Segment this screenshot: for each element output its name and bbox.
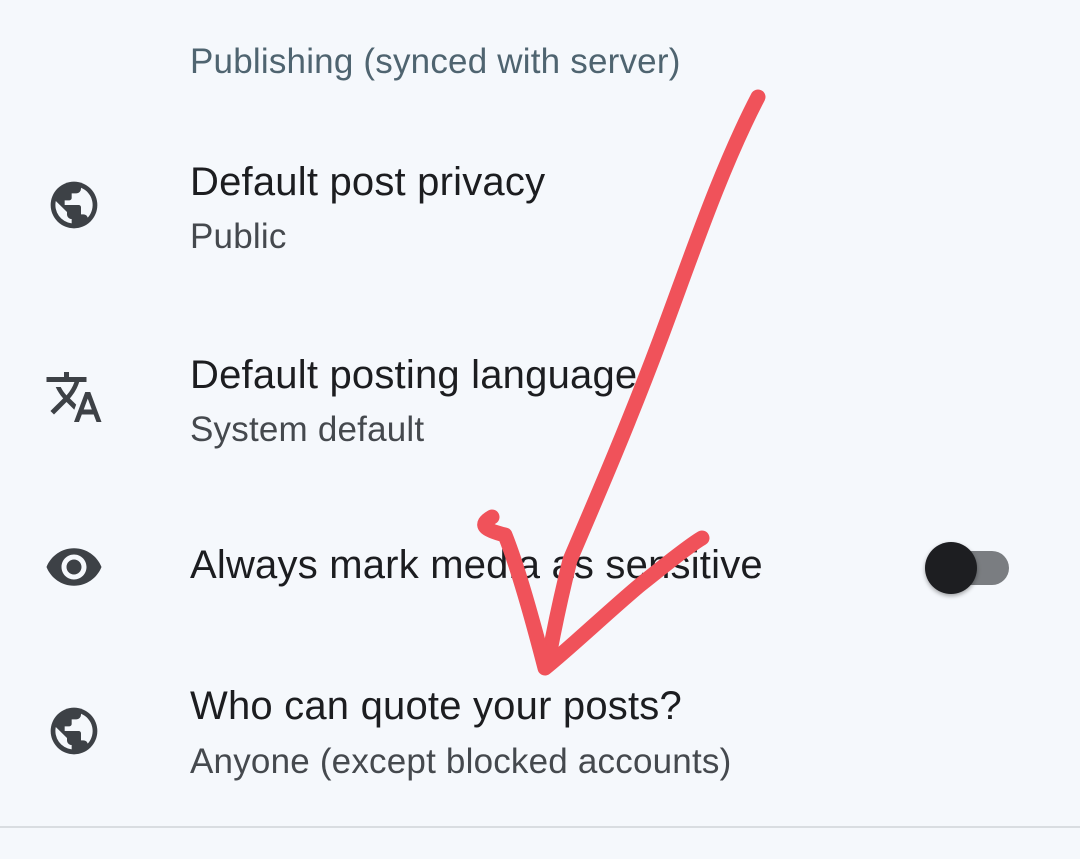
translate-icon [44, 367, 104, 427]
sensitive-media-toggle[interactable] [925, 539, 1009, 594]
setting-default-posting-language[interactable]: Default posting language System default [0, 345, 1080, 505]
setting-always-mark-media-sensitive[interactable]: Always mark media as sensitive [0, 535, 1080, 615]
setting-value: Anyone (except blocked accounts) [190, 742, 732, 781]
setting-title: Default post privacy [190, 160, 546, 204]
setting-title: Default posting language [190, 353, 638, 397]
setting-value: System default [190, 410, 425, 449]
divider [0, 826, 1080, 828]
section-header: Publishing (synced with server) [190, 42, 681, 81]
eye-icon [44, 537, 104, 597]
setting-title: Who can quote your posts? [190, 684, 682, 728]
setting-who-can-quote[interactable]: Who can quote your posts? Anyone (except… [0, 675, 1080, 815]
setting-value: Public [190, 217, 287, 256]
globe-icon [44, 175, 104, 235]
setting-default-post-privacy[interactable]: Default post privacy Public [0, 150, 1080, 310]
setting-title: Always mark media as sensitive [190, 543, 763, 587]
toggle-thumb [925, 542, 977, 594]
globe-icon [44, 701, 104, 761]
